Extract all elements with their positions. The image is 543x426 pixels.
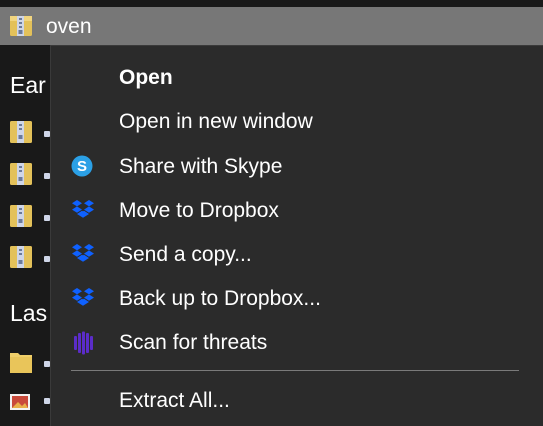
- dropbox-icon: [71, 287, 94, 309]
- menu-item-label: Back up to Dropbox...: [119, 287, 321, 310]
- file-list-behind-menu: Ear Las: [0, 45, 50, 426]
- selected-file-name: oven: [46, 15, 92, 38]
- menu-item-label: Scan for threats: [119, 331, 268, 354]
- dropbox-icon: [71, 243, 94, 265]
- context-menu: Open Open in new window S Share with Sky…: [50, 45, 543, 426]
- zip-folder-icon[interactable]: [9, 203, 33, 234]
- menu-item-send-copy[interactable]: Send a copy...: [51, 232, 542, 276]
- menu-item-share-skype[interactable]: S Share with Skype: [51, 144, 542, 188]
- sophos-shield-icon: [71, 331, 93, 355]
- menu-item-label: Send a copy...: [119, 243, 252, 266]
- menu-item-label: Open: [119, 66, 173, 89]
- zip-folder-icon[interactable]: [9, 244, 33, 275]
- dropbox-icon: [71, 199, 94, 221]
- menu-item-label: Open in new window: [119, 110, 313, 133]
- selected-file-row[interactable]: oven: [0, 7, 543, 45]
- menu-item-backup-dropbox[interactable]: Back up to Dropbox...: [51, 276, 542, 320]
- group-header-last: Las: [10, 300, 48, 326]
- menu-item-label: Share with Skype: [119, 155, 283, 178]
- folder-icon[interactable]: [9, 349, 33, 380]
- menu-item-scan-threats[interactable]: Scan for threats: [51, 320, 542, 364]
- zip-folder-icon[interactable]: [9, 161, 33, 192]
- menu-item-open-new-window[interactable]: Open in new window: [51, 99, 542, 143]
- menu-item-label: Move to Dropbox: [119, 199, 279, 222]
- menu-item-extract-all[interactable]: Extract All...: [51, 378, 542, 422]
- skype-icon: S: [71, 155, 93, 177]
- zip-folder-icon: [8, 13, 34, 44]
- image-file-icon[interactable]: [9, 392, 31, 417]
- menu-item-open[interactable]: Open: [51, 55, 542, 99]
- group-header-earlier: Ear: [10, 72, 46, 98]
- menu-item-label: Extract All...: [119, 389, 230, 412]
- menu-item-move-to-dropbox[interactable]: Move to Dropbox: [51, 188, 542, 232]
- menu-separator: [71, 370, 519, 371]
- svg-text:S: S: [77, 158, 87, 175]
- zip-folder-icon[interactable]: [9, 119, 33, 150]
